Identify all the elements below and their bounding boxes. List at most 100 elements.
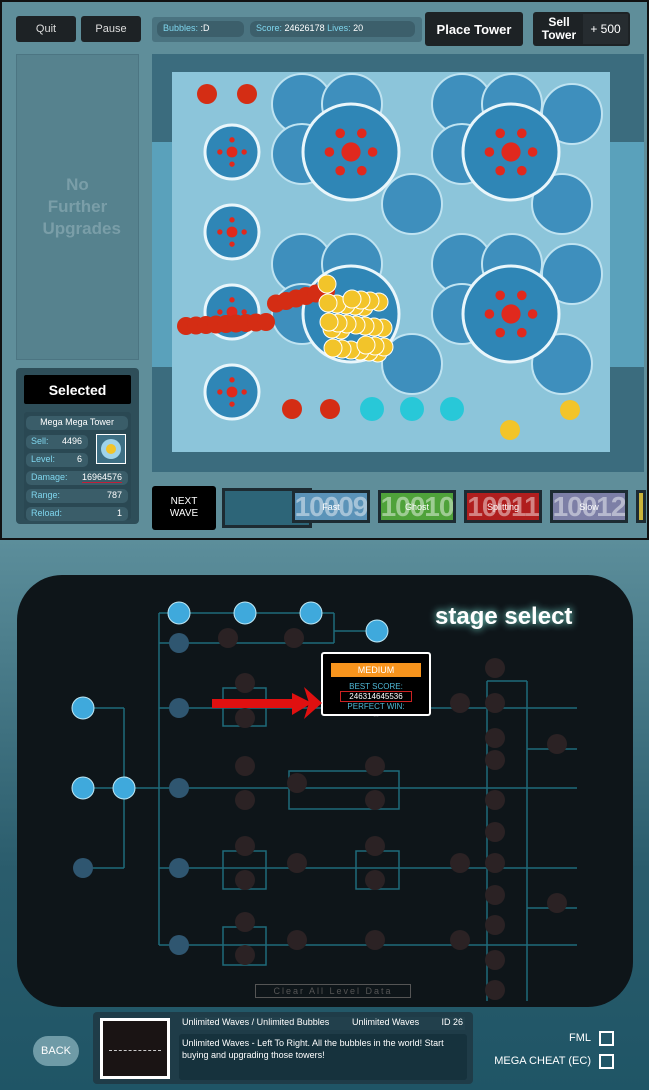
- tower-core: [501, 142, 521, 162]
- tower-dot: [517, 165, 527, 176]
- red-arrow-icon: [212, 687, 322, 719]
- small-tower: [197, 84, 217, 104]
- quit-button[interactable]: Quit: [16, 16, 76, 42]
- tower-dot: [217, 229, 223, 235]
- tower-core: [501, 304, 521, 324]
- score-stat: Score: 24626178 Lives: 20: [250, 21, 415, 37]
- level-mode: Unlimited Waves: [352, 1017, 420, 1027]
- wave-item: 10010 Ghost: [378, 490, 456, 523]
- tower-dot: [241, 389, 247, 395]
- wave-type: Fast: [322, 501, 340, 512]
- range-row: Range: 787: [26, 489, 128, 503]
- tower-dot: [357, 165, 367, 176]
- stats-bar: Bubbles: :D Score: 24626178 Lives: 20: [152, 17, 422, 42]
- locked-stage-node: [365, 790, 385, 810]
- enemy-bubble-yellow: [500, 420, 520, 440]
- game-board[interactable]: [152, 54, 644, 472]
- locked-stage-node: [485, 822, 505, 842]
- locked-stage-node: [485, 728, 505, 748]
- place-tower-button[interactable]: Place Tower: [425, 12, 523, 46]
- tower-dot: [527, 309, 538, 319]
- damage-value: 16964576: [81, 472, 122, 483]
- tower-dot: [229, 401, 235, 407]
- bubbles-stat: Bubbles: :D: [157, 21, 244, 37]
- wave-type: Slow: [579, 501, 599, 512]
- level-description: Unlimited Waves - Left To Right. All the…: [179, 1034, 467, 1080]
- level-preview: [100, 1018, 170, 1079]
- tower-core: [226, 226, 238, 238]
- tower-dot: [229, 377, 235, 383]
- upgrade-panel: No Further Upgrades: [16, 54, 139, 360]
- pause-button[interactable]: Pause: [81, 16, 141, 42]
- tower-dot: [229, 137, 235, 143]
- clear-data-button[interactable]: Clear All Level Data: [255, 984, 411, 998]
- locked-stage-node: [485, 693, 505, 713]
- selected-title: Selected: [24, 375, 131, 404]
- level-info-panel: Unlimited Waves / Unlimited Bubbles Unli…: [93, 1012, 473, 1084]
- stage-map-panel: stage select Clear All Level Data: [17, 575, 633, 1007]
- enemy-bubble-cyan: [440, 397, 464, 421]
- available-stage-node: [169, 778, 189, 798]
- tower-dot: [517, 290, 527, 301]
- sell-tower-button[interactable]: Sell Tower + 500: [533, 12, 630, 46]
- locked-stage-node: [450, 693, 470, 713]
- sell-value: + 500: [583, 14, 628, 44]
- next-wave-button[interactable]: NEXT WAVE: [152, 486, 216, 530]
- locked-stage-node: [485, 853, 505, 873]
- wave-bar: NEXT WAVE 10009 Fast 10010 Ghost 10011 Splitt…: [150, 484, 646, 530]
- locked-stage-node: [485, 790, 505, 810]
- map-canvas[interactable]: [152, 54, 644, 472]
- sell-value: 4496: [61, 436, 82, 446]
- available-stage-node: [73, 858, 93, 878]
- locked-stage-node: [235, 836, 255, 856]
- locked-stage-node: [365, 870, 385, 890]
- fml-checkbox[interactable]: [599, 1031, 614, 1046]
- lives-value: 20: [353, 23, 364, 33]
- enemy-bubble-yellow: [317, 274, 337, 294]
- mega-cheat-checkbox[interactable]: [599, 1054, 614, 1069]
- completed-stage-node: [167, 601, 191, 625]
- tower-dot: [217, 309, 223, 315]
- enemy-bubble-yellow: [319, 312, 339, 332]
- no-upgrades-text: No Further Upgrades: [42, 175, 121, 238]
- wave-item: 10009 Fast: [292, 490, 370, 523]
- stage-select-title: stage select: [435, 603, 573, 630]
- stage-select-screen: stage select Clear All Level Data: [0, 540, 649, 1090]
- mega-cheat-label: MEGA CHEAT (EC): [494, 1055, 591, 1067]
- tower-dot: [229, 297, 235, 303]
- tower-name: Mega Mega Tower: [26, 416, 128, 430]
- completed-stage-node: [112, 776, 136, 800]
- small-tower: [282, 399, 302, 419]
- tower-dot: [484, 147, 495, 157]
- small-tower: [320, 399, 340, 419]
- level-row: Level: 6: [26, 453, 88, 467]
- tower-dot: [241, 229, 247, 235]
- locked-stage-node: [235, 790, 255, 810]
- level-value: 6: [76, 454, 82, 464]
- tower-core: [226, 146, 238, 158]
- reload-row: Reload: 1: [26, 507, 128, 521]
- tower-dot: [495, 165, 506, 176]
- sell-row: Sell: 4496: [26, 435, 88, 449]
- wave-item: [636, 490, 646, 523]
- wave-type: Splitting: [486, 501, 520, 512]
- stage-popup: MEDIUM BEST SCORE: 246314645536 PERFECT …: [321, 652, 431, 720]
- tower-dot: [324, 147, 335, 157]
- game-screen: Quit Pause Bubbles: :D Score: 24626178 L…: [0, 0, 649, 540]
- back-button[interactable]: BACK: [33, 1036, 79, 1066]
- available-stage-node: [169, 698, 189, 718]
- tower-dot: [241, 149, 247, 155]
- level-name: Unlimited Waves / Unlimited Bubbles: [182, 1017, 330, 1027]
- perfect-win-label: PERFECT WIN:: [347, 702, 405, 711]
- locked-stage-node: [287, 853, 307, 873]
- tower-dot: [495, 327, 506, 338]
- best-score-value: 246314645536: [340, 691, 412, 702]
- locked-stage-node: [365, 930, 385, 950]
- locked-stage-node: [284, 628, 304, 648]
- tower-core: [341, 142, 361, 162]
- tower-dot: [241, 309, 247, 315]
- enemy-bubble-yellow: [323, 338, 343, 358]
- completed-stage-node: [233, 601, 257, 625]
- locked-stage-node: [547, 893, 567, 913]
- enemy-bubble-cyan: [400, 397, 424, 421]
